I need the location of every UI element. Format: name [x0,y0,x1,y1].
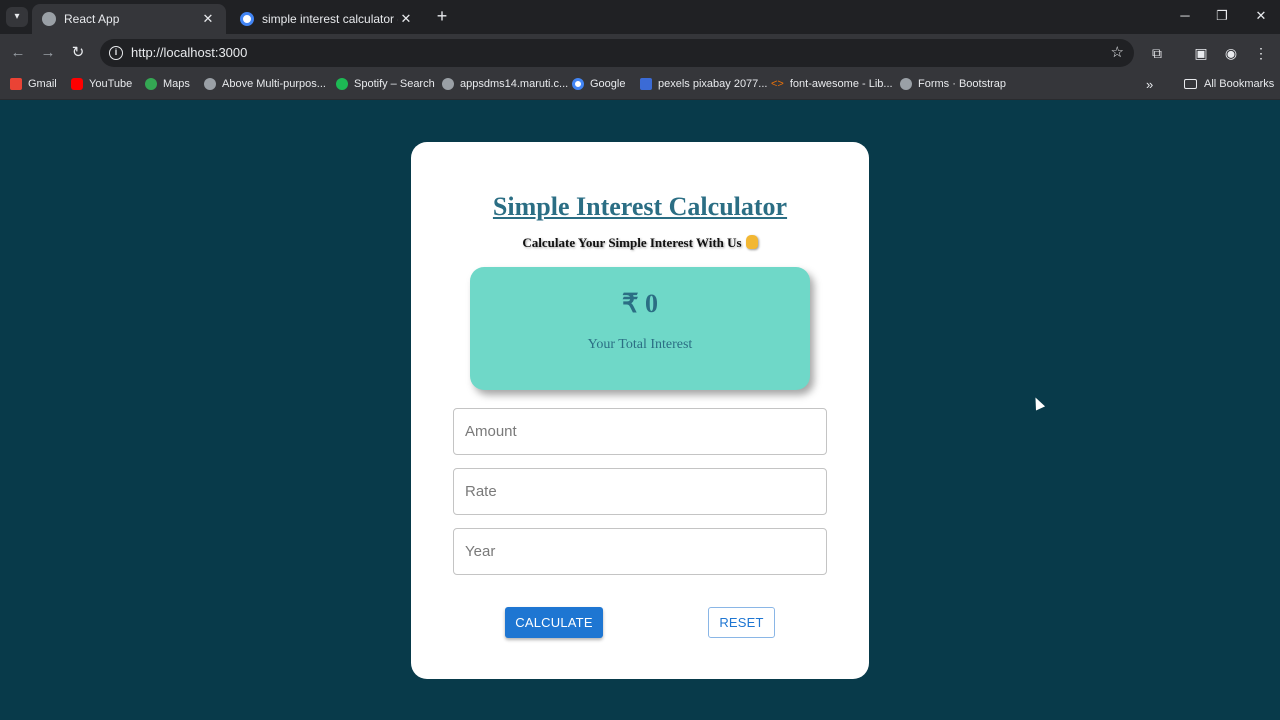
forward-icon[interactable]: → [38,43,58,63]
globe-icon [204,78,216,90]
globe-icon [42,12,56,26]
bookmark-label: Forms · Bootstrap [918,78,1007,90]
rate-field[interactable] [453,468,827,515]
youtube-icon [71,78,83,90]
bookmark-label: Gmail [28,78,57,90]
bookmark-spotify[interactable]: Spotify – Search [336,78,435,90]
bookmark-label: font-awesome - Lib... [789,78,893,90]
browser-tab-bar: ▾ React App ✕ simple interest calculator… [0,0,1280,34]
bookmark-pexels[interactable]: pexels pixabay 2077... [640,78,767,90]
bookmark-label: appsdms14.maruti.c... [460,78,569,90]
tab-title: React App [64,12,120,26]
bookmarks-bar: Gmail YouTube Maps Above Multi-purpos...… [0,72,1280,100]
bookmark-youtube[interactable]: YouTube [71,78,132,90]
subtitle-text: Calculate Your Simple Interest With Us [522,235,742,250]
bookmark-bootstrap[interactable]: Forms · Bootstrap [900,78,1006,90]
total-interest-label: Your Total Interest [587,337,693,352]
minimize-icon[interactable]: ─ [1174,6,1196,26]
new-tab-button[interactable]: + [432,6,452,26]
rate-input[interactable] [454,469,826,514]
tab-search-button[interactable]: ▾ [6,7,28,27]
tab-google-search[interactable]: simple interest calculator - Goo ✕ [230,4,424,34]
browser-toolbar: ← → ↻ i http://localhost:3000 ☆ ⧉ ▣ ◉ ⋮ [0,34,1280,72]
year-field[interactable] [453,528,827,575]
bookmark-gmail[interactable]: Gmail [10,78,57,90]
all-bookmarks[interactable]: All Bookmarks [1184,78,1274,90]
close-icon[interactable]: ✕ [398,11,414,27]
bookmark-label: Google [590,78,626,90]
reload-icon[interactable]: ↻ [68,43,88,63]
bookmark-google[interactable]: Google [572,78,625,90]
calculate-button[interactable]: CALCULATE [505,607,603,638]
page-title: Simple Interest Calculator [492,192,788,221]
interest-result-box: ₹ 0 Your Total Interest [470,267,810,390]
bookmark-above[interactable]: Above Multi-purpos... [204,78,326,90]
bookmark-font-awesome[interactable]: <> font-awesome - Lib... [771,78,893,90]
site-info-icon[interactable]: i [109,46,123,60]
tab-react-app[interactable]: React App ✕ [32,4,226,34]
bookmark-label: Spotify – Search [354,78,435,90]
address-bar[interactable]: i http://localhost:3000 ☆ [100,39,1134,67]
thumbs-up-icon [745,235,758,249]
gmail-icon [10,78,22,90]
bookmark-star-icon[interactable]: ☆ [1111,43,1124,61]
extensions-icon[interactable]: ⧉ [1147,43,1167,63]
profile-avatar-icon[interactable]: ◉ [1221,43,1241,63]
mouse-cursor-icon [1030,395,1046,411]
year-input[interactable] [454,529,826,574]
calculator-card: Simple Interest Calculator Calculate You… [411,142,869,679]
all-bookmarks-label: All Bookmarks [1204,78,1275,90]
close-icon[interactable]: ✕ [200,11,216,27]
tab-title: simple interest calculator - Goo [262,12,398,26]
google-icon [240,12,254,26]
bookmark-label: YouTube [89,78,133,90]
amount-field[interactable] [453,408,827,455]
spotify-icon [336,78,348,90]
url-text[interactable]: http://localhost:3000 [131,45,247,60]
side-panel-icon[interactable]: ▣ [1191,43,1211,63]
bookmark-label: Maps [163,78,190,90]
bookmark-maps[interactable]: Maps [145,78,190,90]
globe-icon [900,78,912,90]
page-subtitle: Calculate Your Simple Interest With Us [411,235,869,251]
google-icon [572,78,584,90]
globe-icon [442,78,454,90]
pexels-icon [640,78,652,90]
folder-icon [1184,79,1197,89]
window-close-icon[interactable]: ✕ [1250,6,1272,26]
menu-kebab-icon[interactable]: ⋮ [1251,43,1271,63]
bookmarks-overflow-icon[interactable]: » [1146,77,1153,92]
back-icon[interactable]: ← [8,43,28,63]
bookmark-label: pexels pixabay 2077... [658,78,768,90]
bookmark-appsdms[interactable]: appsdms14.maruti.c... [442,78,568,90]
restore-icon[interactable]: ❐ [1211,6,1233,26]
code-icon: <> [771,78,784,90]
bookmark-label: Above Multi-purpos... [222,78,326,90]
maps-icon [145,78,157,90]
reset-button[interactable]: RESET [708,607,775,638]
amount-input[interactable] [454,409,826,454]
total-interest-value: ₹ 0 [621,289,659,318]
